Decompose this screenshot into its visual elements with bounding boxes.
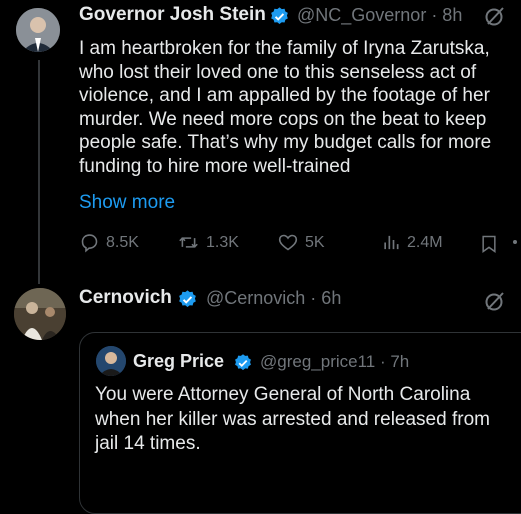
quoted-author-name[interactable]: Greg Price xyxy=(133,351,224,372)
grok-icon[interactable] xyxy=(483,289,507,313)
avatar-greg-price[interactable] xyxy=(96,346,126,376)
verified-badge-icon xyxy=(235,354,251,371)
share-icon[interactable] xyxy=(513,240,517,244)
tweet-text: I am heartbroken for the family of Iryna… xyxy=(79,38,492,177)
quoted-author-handle-time[interactable]: @greg_price11 · 7h xyxy=(260,352,409,372)
avatar-cernovich[interactable] xyxy=(14,288,66,340)
avatar-josh-stein[interactable] xyxy=(16,8,60,52)
verified-badge-icon xyxy=(179,290,196,307)
thread-connector-line xyxy=(38,60,40,284)
like-count: 5K xyxy=(305,233,325,251)
author-handle-time[interactable]: @Cernovich · 6h xyxy=(206,288,341,309)
reply-button[interactable]: 8.5K xyxy=(79,232,139,253)
like-button[interactable]: 5K xyxy=(277,232,325,253)
author-name[interactable]: Cernovich xyxy=(79,287,172,309)
bookmark-icon[interactable] xyxy=(479,233,499,255)
repost-count: 1.3K xyxy=(206,233,239,251)
repost-button[interactable]: 1.3K xyxy=(177,232,239,253)
show-more-link[interactable]: Show more xyxy=(79,192,175,214)
grok-icon[interactable] xyxy=(483,4,507,28)
like-icon xyxy=(278,234,298,251)
reply-icon xyxy=(81,234,98,253)
reply-count: 8.5K xyxy=(106,233,139,251)
verified-badge-icon xyxy=(271,7,288,24)
repost-icon xyxy=(179,237,198,248)
views-button[interactable]: 2.4M xyxy=(381,232,443,253)
quoted-tweet-text: You were Attorney General of North Carol… xyxy=(95,384,490,454)
author-handle-time[interactable]: @NC_Governor · 8h xyxy=(297,5,462,26)
views-icon xyxy=(384,235,399,250)
views-count: 2.4M xyxy=(407,233,443,251)
author-name[interactable]: Governor Josh Stein xyxy=(79,4,266,26)
